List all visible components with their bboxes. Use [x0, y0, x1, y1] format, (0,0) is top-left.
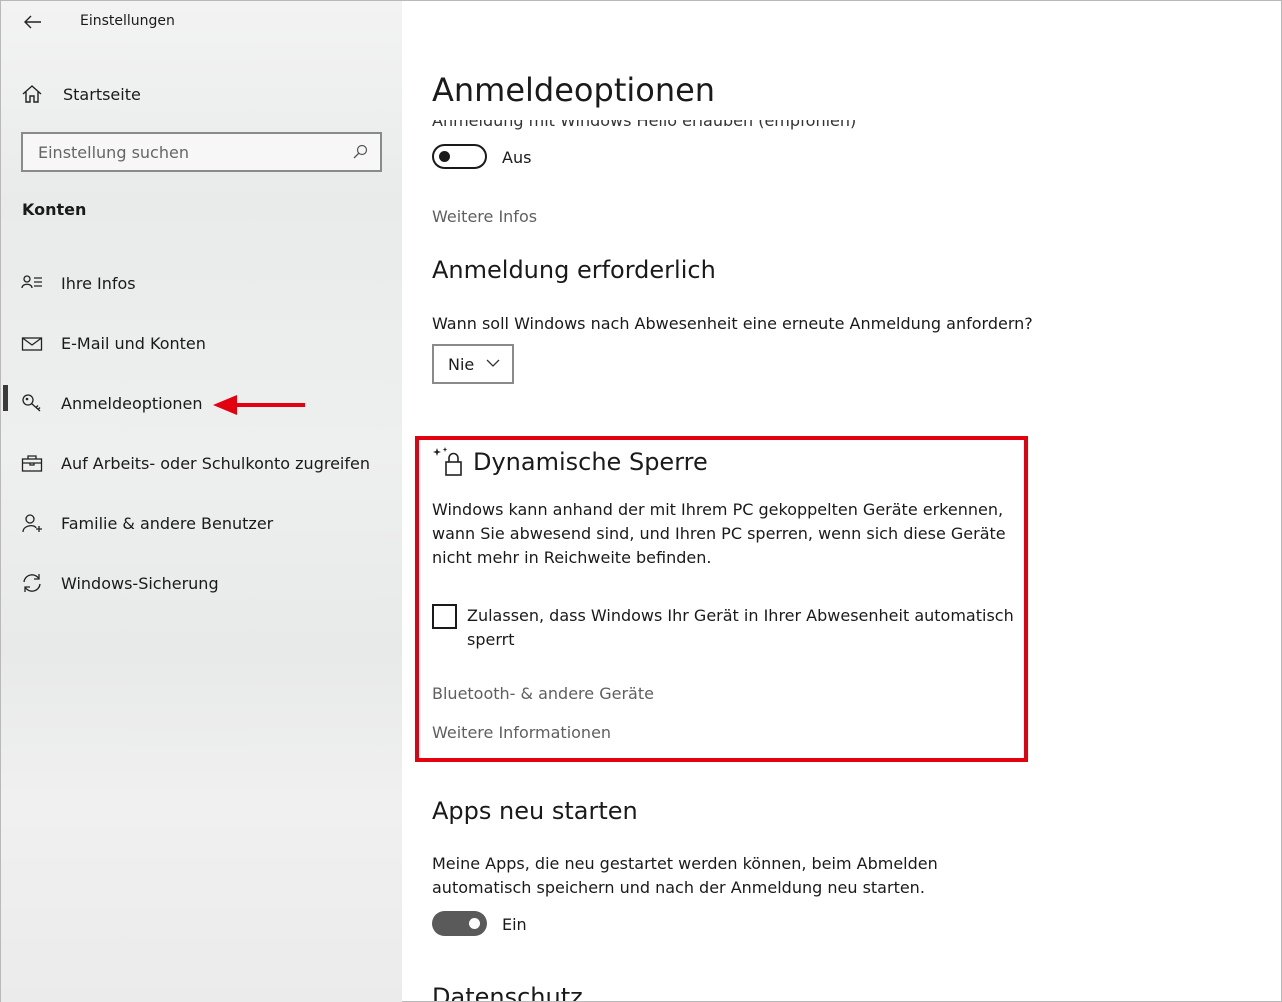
dynamic-lock-icon: [433, 447, 462, 476]
dynamic-lock-description-3: nicht mehr in Reichweite befinden.: [432, 548, 712, 567]
search-icon[interactable]: [352, 144, 368, 160]
sidebar-item-label: Ihre Infos: [61, 273, 136, 293]
restart-apps-toggle[interactable]: [432, 911, 487, 936]
sidebar-item-email[interactable]: E-Mail und Konten: [1, 323, 402, 363]
dropdown-value: Nie: [448, 354, 475, 374]
add-person-icon: [22, 514, 42, 533]
settings-search-box[interactable]: [21, 132, 382, 172]
chevron-down-icon: [486, 359, 500, 367]
more-info-link[interactable]: Weitere Infos: [432, 207, 537, 226]
mail-icon: [21, 337, 43, 351]
hello-toggle-state: Aus: [502, 148, 532, 167]
back-button[interactable]: [19, 9, 47, 35]
app-title: Einstellungen: [80, 13, 175, 29]
sidebar-item-label: Anmeldeoptionen: [61, 393, 203, 413]
signin-required-dropdown[interactable]: Nie: [432, 344, 514, 384]
sidebar-item-family[interactable]: Familie & andere Benutzer: [1, 503, 402, 543]
dynamic-lock-checkbox-label-2[interactable]: sperrt: [467, 628, 514, 652]
privacy-heading: Datenschutz: [432, 983, 583, 1001]
sidebar-item-work-school[interactable]: Auf Arbeits- oder Schulkonto zugreifen: [1, 443, 402, 483]
contact-card-icon: [21, 275, 42, 289]
sync-icon: [23, 574, 41, 592]
toggle-knob: [439, 151, 450, 162]
hello-toggle[interactable]: [432, 144, 487, 169]
section-heading: Konten: [22, 200, 87, 219]
home-label: Startseite: [63, 84, 141, 104]
sidebar-item-label: Auf Arbeits- oder Schulkonto zugreifen: [61, 453, 370, 473]
annotation-arrow-icon: [213, 395, 305, 415]
toggle-knob: [469, 918, 480, 929]
home-link[interactable]: Startseite: [21, 80, 141, 108]
home-icon: [22, 85, 42, 103]
main-content: Anmeldung mit Windows Hello erlauben (em…: [402, 1, 1281, 1001]
restart-apps-toggle-state: Ein: [502, 915, 527, 934]
dynamic-lock-heading: Dynamische Sperre: [473, 448, 708, 476]
dynamic-lock-more-info-link[interactable]: Weitere Informationen: [432, 723, 611, 742]
dynamic-lock-checkbox-label-1[interactable]: Zulassen, dass Windows Ihr Gerät in Ihre…: [467, 604, 1014, 628]
sidebar-item-label: Windows-Sicherung: [61, 573, 219, 593]
bluetooth-devices-link[interactable]: Bluetooth- & andere Geräte: [432, 684, 654, 703]
restart-apps-description-2: automatisch speichern und nach der Anmel…: [432, 878, 925, 897]
sidebar-item-ihre-infos[interactable]: Ihre Infos: [1, 263, 402, 303]
annotation-highlight-box: [415, 436, 1028, 762]
sidebar-item-label: Familie & andere Benutzer: [61, 513, 274, 533]
page-title: Anmeldeoptionen: [432, 71, 736, 109]
search-input[interactable]: [38, 142, 352, 162]
sidebar-item-backup[interactable]: Windows-Sicherung: [1, 563, 402, 603]
sidebar: Einstellungen Startseite Konten Ihre Inf…: [1, 1, 402, 1002]
dynamic-lock-description-1: Windows kann anhand der mit Ihrem PC gek…: [432, 500, 1004, 519]
briefcase-icon: [21, 455, 43, 472]
restart-apps-heading: Apps neu starten: [432, 797, 638, 825]
restart-apps-description-1: Meine Apps, die neu gestartet werden kön…: [432, 854, 938, 873]
key-icon: [22, 394, 41, 412]
dynamic-lock-description-2: wann Sie abwesend sind, und Ihren PC spe…: [432, 524, 1006, 543]
back-arrow-icon: [24, 15, 41, 29]
dynamic-lock-checkbox[interactable]: [432, 604, 457, 629]
signin-required-question: Wann soll Windows nach Abwesenheit eine …: [432, 314, 1033, 333]
sidebar-item-anmeldeoptionen[interactable]: Anmeldeoptionen: [1, 383, 402, 423]
signin-required-heading: Anmeldung erforderlich: [432, 256, 716, 284]
sidebar-item-label: E-Mail und Konten: [61, 333, 206, 353]
